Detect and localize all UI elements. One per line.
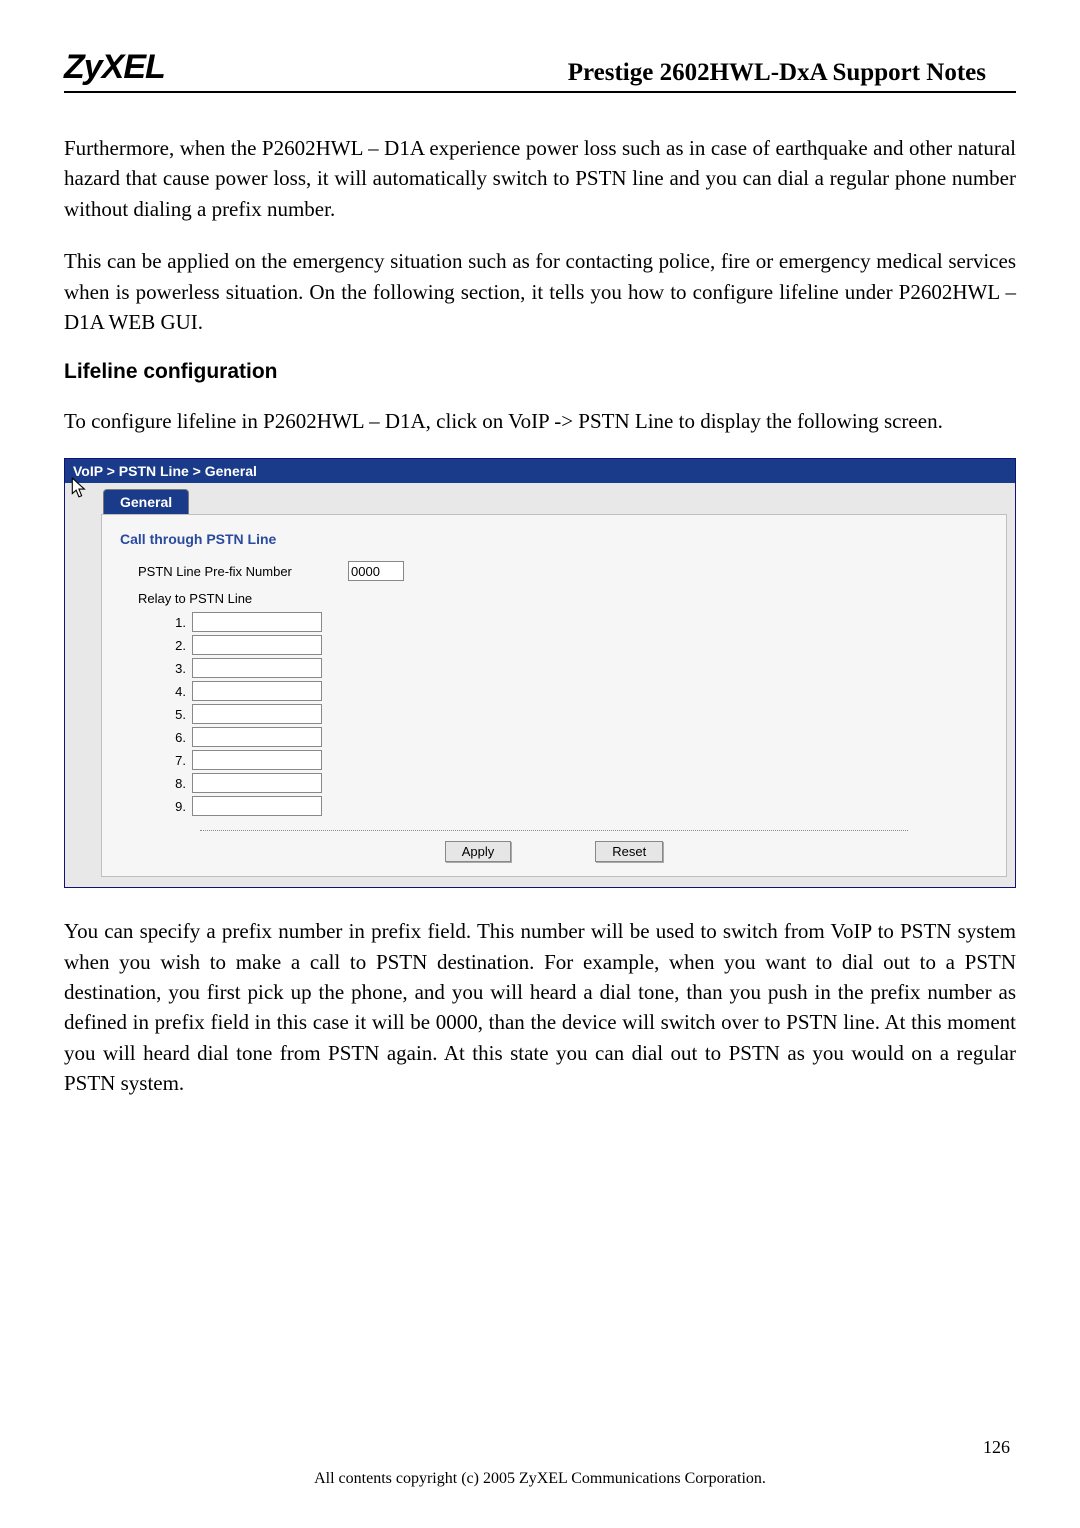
relay-input-5[interactable] <box>192 704 322 724</box>
apply-button[interactable]: Apply <box>445 841 512 862</box>
reset-button[interactable]: Reset <box>595 841 663 862</box>
tab-general[interactable]: General <box>103 489 189 514</box>
relay-num-7: 7. <box>166 753 186 768</box>
cursor-icon <box>71 477 89 504</box>
panel-general: Call through PSTN Line PSTN Line Pre-fix… <box>101 514 1007 877</box>
footer-copyright: All contents copyright (c) 2005 ZyXEL Co… <box>0 1470 1080 1488</box>
panel-heading: Call through PSTN Line <box>120 531 988 547</box>
relay-input-4[interactable] <box>192 681 322 701</box>
logo: ZyXEL <box>64 48 165 87</box>
separator <box>200 830 908 831</box>
relay-input-3[interactable] <box>192 658 322 678</box>
relay-num-9: 9. <box>166 799 186 814</box>
paragraph-2: This can be applied on the emergency sit… <box>64 246 1016 337</box>
relay-input-8[interactable] <box>192 773 322 793</box>
relay-num-8: 8. <box>166 776 186 791</box>
breadcrumb-bar: VoIP > PSTN Line > General <box>65 459 1015 483</box>
relay-num-3: 3. <box>166 661 186 676</box>
paragraph-4: You can specify a prefix number in prefi… <box>64 916 1016 1099</box>
relay-input-2[interactable] <box>192 635 322 655</box>
relay-num-2: 2. <box>166 638 186 653</box>
relay-input-7[interactable] <box>192 750 322 770</box>
relay-num-1: 1. <box>166 615 186 630</box>
gui-screenshot: VoIP > PSTN Line > General General Call … <box>64 458 1016 888</box>
relay-num-4: 4. <box>166 684 186 699</box>
section-heading: Lifeline configuration <box>64 360 1016 384</box>
page-header: ZyXEL Prestige 2602HWL-DxA Support Notes <box>64 48 1016 93</box>
page-number: 126 <box>983 1437 1010 1458</box>
prefix-input[interactable] <box>348 561 404 581</box>
breadcrumb: VoIP > PSTN Line > General <box>73 463 257 479</box>
relay-num-6: 6. <box>166 730 186 745</box>
relay-input-1[interactable] <box>192 612 322 632</box>
doc-title: Prestige 2602HWL-DxA Support Notes <box>568 59 1016 87</box>
prefix-label: PSTN Line Pre-fix Number <box>138 564 348 579</box>
paragraph-3: To configure lifeline in P2602HWL – D1A,… <box>64 406 1016 436</box>
relay-label: Relay to PSTN Line <box>138 591 988 606</box>
relay-input-6[interactable] <box>192 727 322 747</box>
relay-input-9[interactable] <box>192 796 322 816</box>
paragraph-1: Furthermore, when the P2602HWL – D1A exp… <box>64 133 1016 224</box>
relay-num-5: 5. <box>166 707 186 722</box>
